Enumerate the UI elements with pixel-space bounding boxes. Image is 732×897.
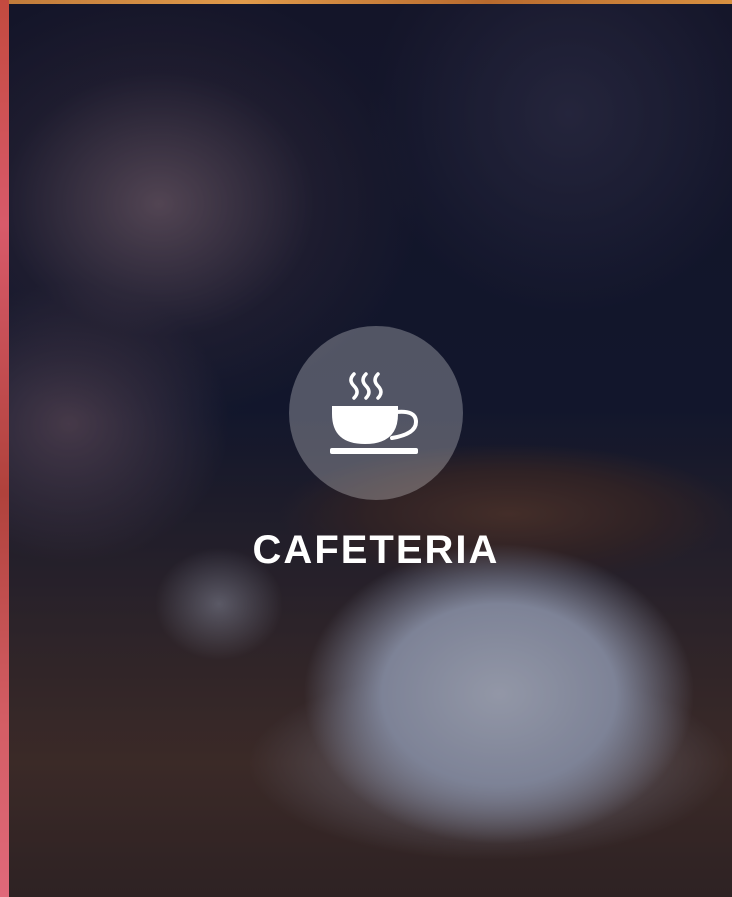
- left-edge-strip: [0, 0, 9, 897]
- icon-badge: [289, 326, 463, 500]
- coffee-cup-icon: [330, 372, 419, 454]
- top-edge-strip: [0, 0, 732, 4]
- cafeteria-tile[interactable]: CAFETERIA: [0, 0, 732, 897]
- tile-title: CAFETERIA: [252, 528, 500, 572]
